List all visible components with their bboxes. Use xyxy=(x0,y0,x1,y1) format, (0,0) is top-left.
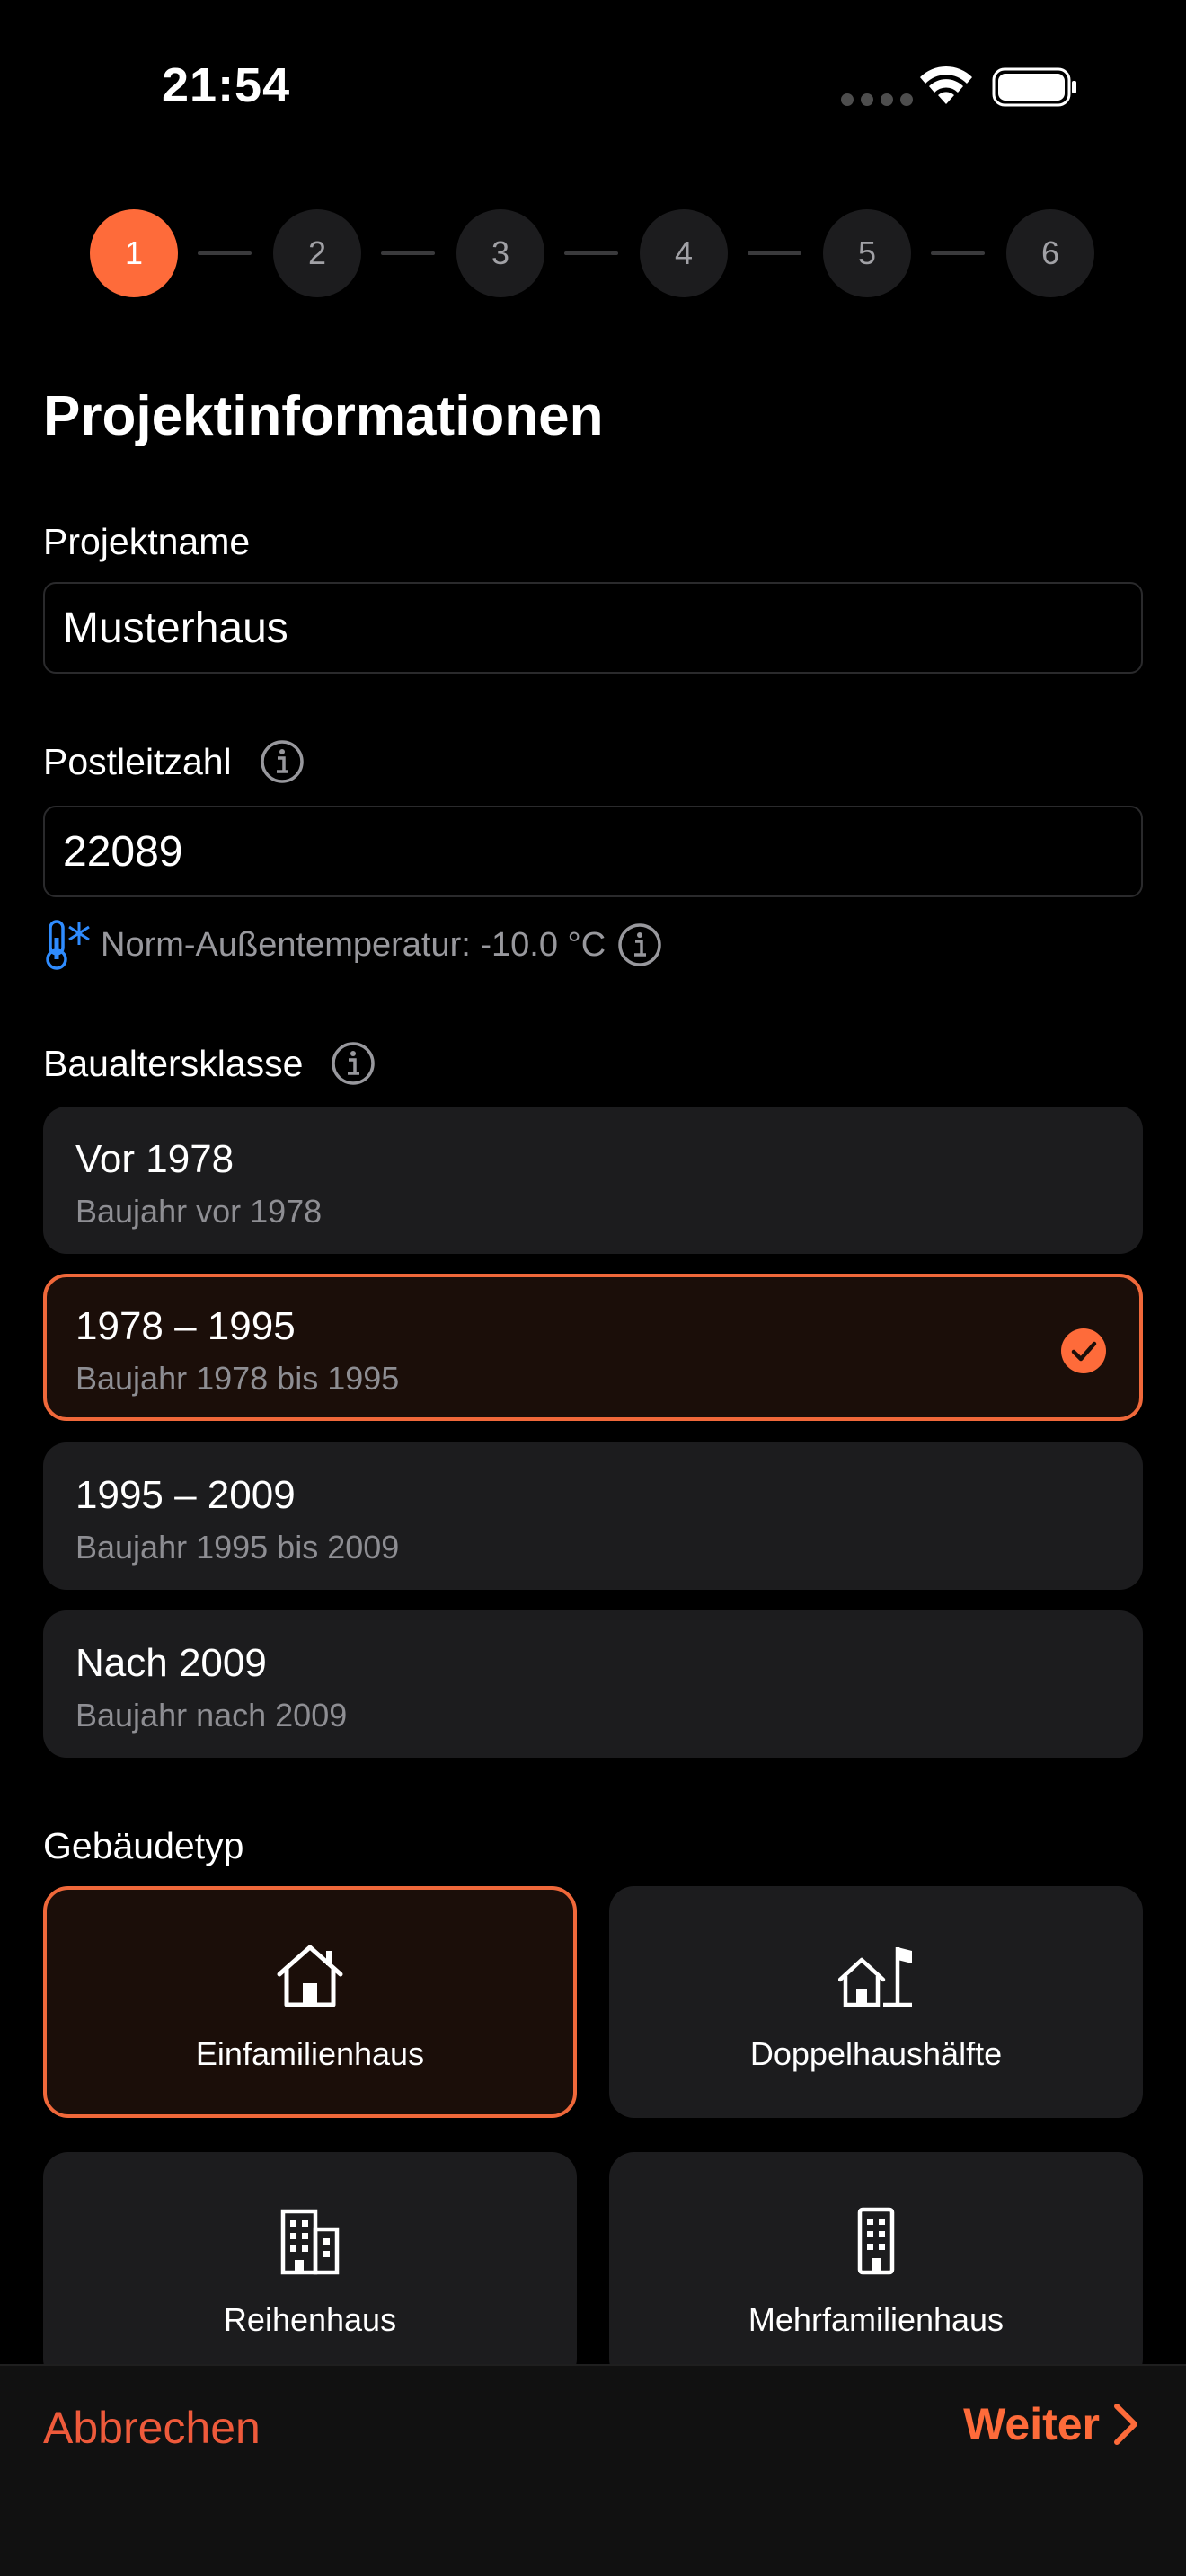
construction-class-label: Baualtersklasse xyxy=(43,1040,376,1087)
option-title: 1978 – 1995 xyxy=(75,1304,296,1348)
apartment-building-icon xyxy=(857,2207,895,2275)
building-type-label-text: Einfamilienhaus xyxy=(195,2035,425,2072)
option-title: Vor 1978 xyxy=(75,1137,235,1181)
battery-icon xyxy=(992,67,1076,107)
outdoor-temperature-text: Norm-Außentemperatur: -10.0 °C xyxy=(101,925,606,964)
building-type-label-text: Gebäudetyp xyxy=(43,1825,244,1866)
checkmark-circle-icon xyxy=(1061,1328,1106,1373)
thermometer-snowflake-icon xyxy=(46,920,90,970)
building-type-label-text: Doppelhaushälfte xyxy=(749,2035,1003,2072)
chevron-right-icon xyxy=(1114,2404,1137,2445)
next-button-label: Weiter xyxy=(963,2399,1100,2449)
cancel-button[interactable]: Abbrechen xyxy=(43,2402,261,2454)
temperature-info-icon[interactable] xyxy=(616,922,663,968)
building-type-mehrfamilienhaus[interactable]: Mehrfamilienhaus xyxy=(609,2152,1143,2384)
bottom-action-bar: Abbrechen Weiter xyxy=(0,2364,1186,2576)
project-name-input[interactable] xyxy=(43,582,1143,674)
step-2[interactable]: 2 xyxy=(273,209,361,297)
postal-code-label: Postleitzahl xyxy=(43,738,305,785)
construction-class-option-vor-1978[interactable]: Vor 1978 Baujahr vor 1978 xyxy=(43,1107,1143,1254)
postal-code-input[interactable] xyxy=(43,806,1143,897)
building-type-label-text: Mehrfamilienhaus xyxy=(748,2301,1005,2338)
outdoor-temperature-hint: Norm-Außentemperatur: -10.0 °C xyxy=(43,918,663,972)
page-title: Projektinformationen xyxy=(43,385,604,447)
wifi-icon xyxy=(920,66,972,104)
option-subtitle: Baujahr 1978 bis 1995 xyxy=(75,1360,400,1397)
building-type-reihenhaus[interactable]: Reihenhaus xyxy=(43,2152,577,2384)
option-subtitle: Baujahr vor 1978 xyxy=(75,1193,323,1230)
step-divider xyxy=(931,251,985,255)
building-type-einfamilienhaus[interactable]: Einfamilienhaus xyxy=(43,1886,577,2118)
option-subtitle: Baujahr 1995 bis 2009 xyxy=(75,1529,400,1566)
status-time: 21:54 xyxy=(162,58,291,112)
status-bar: 21:54 xyxy=(0,0,1186,180)
cellular-signal-icon xyxy=(841,93,913,106)
construction-class-option-1995-2009[interactable]: 1995 – 2009 Baujahr 1995 bis 2009 xyxy=(43,1442,1143,1590)
construction-class-label-text: Baualtersklasse xyxy=(43,1042,304,1084)
option-title: Nach 2009 xyxy=(75,1641,267,1685)
step-3[interactable]: 3 xyxy=(456,209,544,297)
step-1[interactable]: 1 xyxy=(90,209,178,297)
step-4[interactable]: 4 xyxy=(640,209,728,297)
step-5[interactable]: 5 xyxy=(823,209,911,297)
building-type-label: Gebäudetyp xyxy=(43,1825,243,1867)
step-divider xyxy=(748,251,801,255)
construction-class-option-nach-2009[interactable]: Nach 2009 Baujahr nach 2009 xyxy=(43,1610,1143,1758)
postal-code-label-text: Postleitzahl xyxy=(43,740,232,782)
step-divider xyxy=(564,251,618,255)
next-button[interactable]: Weiter xyxy=(963,2398,1139,2450)
step-6[interactable]: 6 xyxy=(1006,209,1094,297)
info-icon[interactable] xyxy=(259,738,305,785)
project-name-label-text: Projektname xyxy=(43,521,251,562)
building-type-doppelhaushaelfte[interactable]: Doppelhaushälfte xyxy=(609,1886,1143,2118)
project-name-label: Projektname xyxy=(43,521,250,563)
step-indicator: 1 2 3 4 5 6 xyxy=(90,209,1096,297)
semi-detached-house-icon xyxy=(838,1947,912,2007)
row-house-building-icon xyxy=(280,2209,340,2275)
step-divider xyxy=(198,251,252,255)
construction-class-option-1978-1995[interactable]: 1978 – 1995 Baujahr 1978 bis 1995 xyxy=(43,1274,1143,1421)
house-icon xyxy=(277,1945,343,2007)
option-title: 1995 – 2009 xyxy=(75,1473,296,1517)
info-icon[interactable] xyxy=(330,1040,376,1087)
building-type-label-text: Reihenhaus xyxy=(223,2301,397,2338)
step-divider xyxy=(381,251,435,255)
screen: 21:54 1 2 3 4 5 6 Projektinformationen P… xyxy=(0,0,1186,2576)
option-subtitle: Baujahr nach 2009 xyxy=(75,1697,348,1734)
